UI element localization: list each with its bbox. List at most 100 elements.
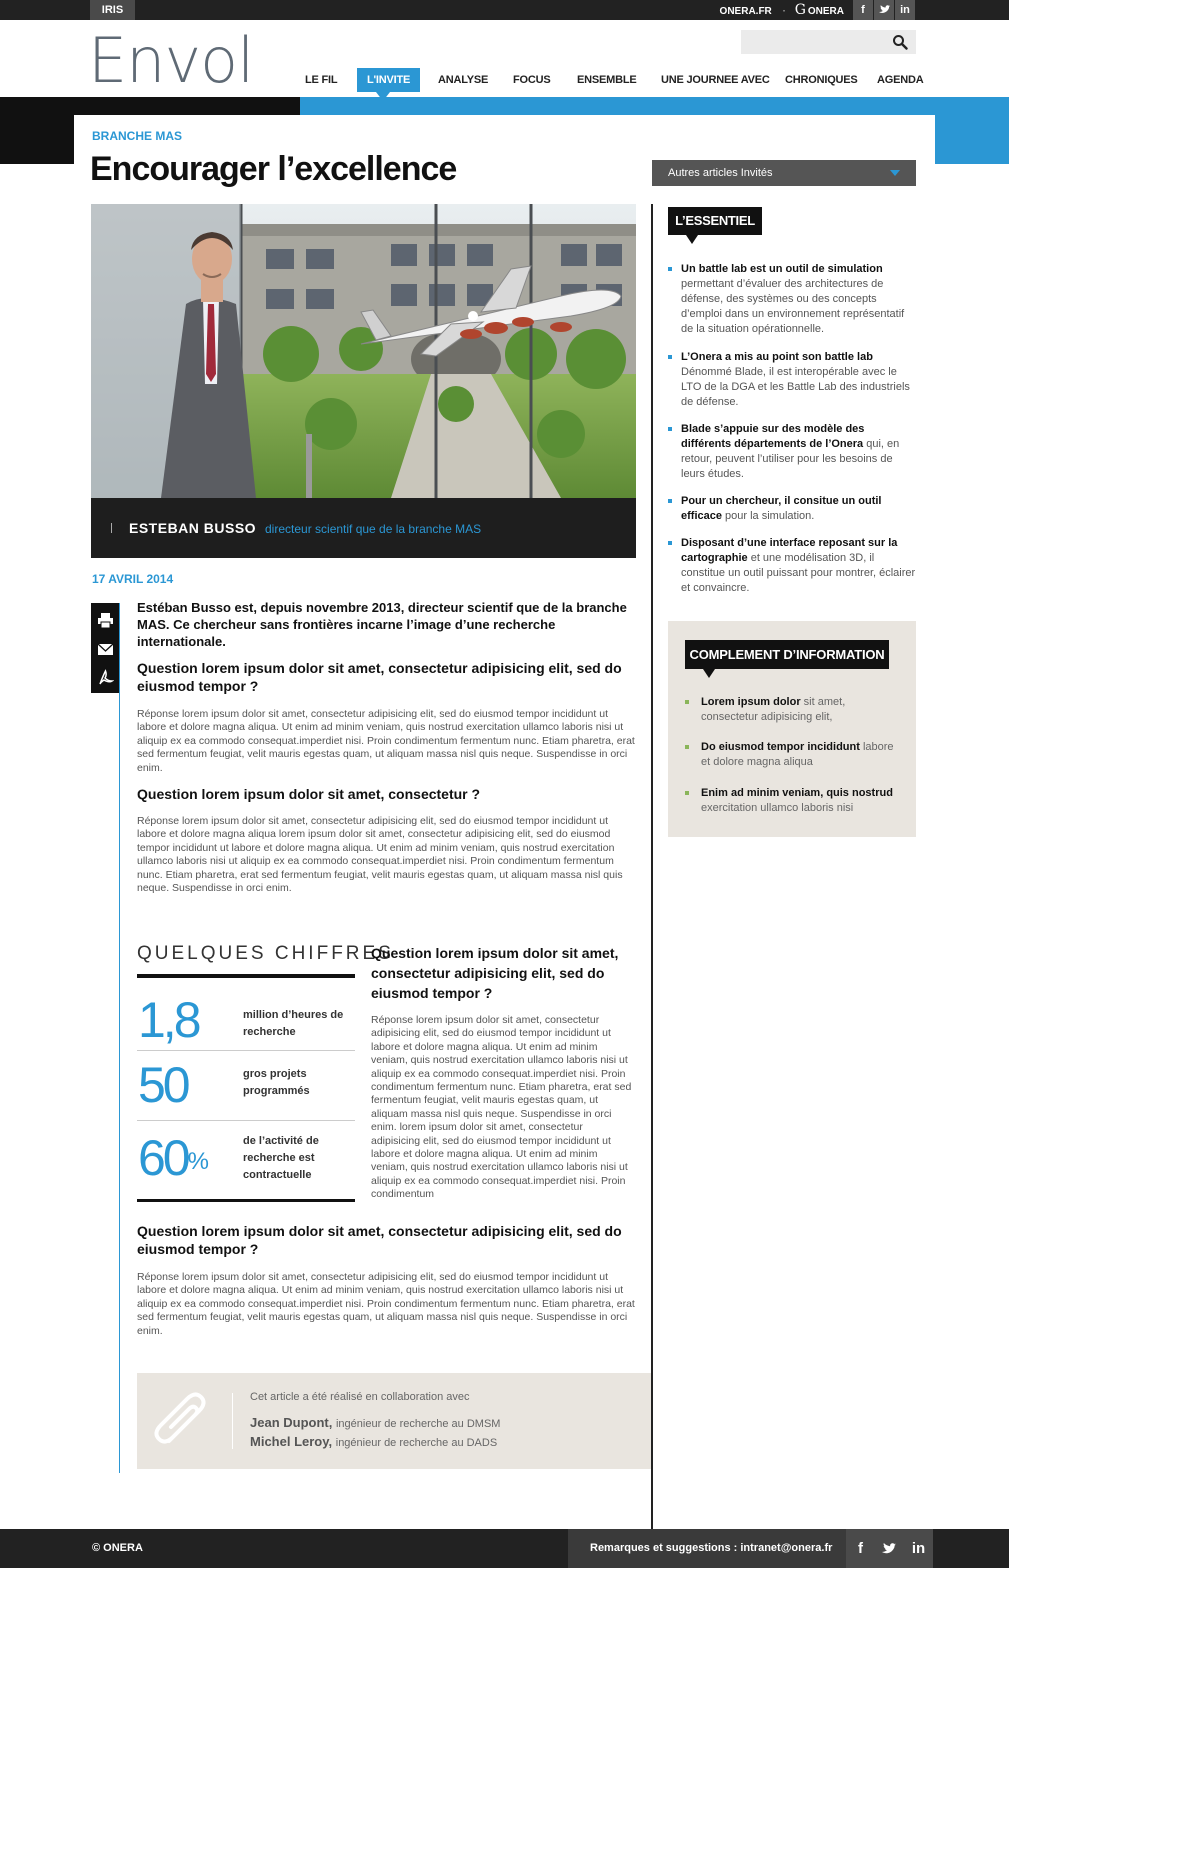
photo-caption: ESTEBAN BUSSO directeur scientif que de … (91, 498, 636, 558)
stat-label: million d’heures de recherche (243, 1009, 344, 1038)
chevron-down-icon (890, 170, 900, 176)
answer-4: Réponse lorem ipsum dolor sit amet, cons… (137, 1271, 635, 1337)
nav-item-invite[interactable]: L'INVITE (357, 68, 421, 92)
main-nav: LE FIL L'INVITE ANALYSE FOCUS ENSEMBLE U… (0, 68, 1009, 92)
pdf-icon[interactable] (97, 669, 114, 686)
caption-bar (111, 523, 112, 533)
stat-label: de l’activité de recherche est contractu… (243, 1135, 319, 1181)
person-role: ingénieur de recherche au DMSM (335, 1418, 501, 1430)
stat-value-percent: 60% (138, 1131, 209, 1185)
other-articles-dropdown[interactable]: Autres articles Invités (652, 160, 916, 186)
twitter-icon[interactable] (874, 0, 894, 20)
footer: © ONERA Remarques et suggestions : intra… (0, 1529, 1009, 1568)
nav-item-une-journee-avec[interactable]: UNE JOURNEE AVEC (661, 68, 770, 92)
nav-item-le-fil[interactable]: LE FIL (305, 68, 338, 92)
person-role: ingénieur de recherche au DADS (335, 1437, 498, 1449)
email-icon[interactable] (97, 641, 114, 658)
essentiel-item-text: permettant d’évaluer des architectures d… (681, 278, 905, 335)
linkedin-icon[interactable]: in (895, 0, 915, 20)
complement-item-text: exercitation ullamco laboris nisi (701, 802, 854, 814)
collab-divider (232, 1393, 233, 1449)
question-3: Question lorem ipsum dolor sit amet, con… (371, 945, 619, 1001)
portrait-photo (91, 204, 636, 498)
stat-separator (137, 1120, 355, 1121)
paperclip-icon (154, 1392, 206, 1444)
article-tools (91, 603, 120, 693)
search-input[interactable] (741, 30, 916, 54)
photo-illustration (91, 204, 636, 498)
question-2: Question lorem ipsum dolor sit amet, con… (137, 786, 481, 802)
nav-item-analyse[interactable]: ANALYSE (438, 68, 488, 92)
figures-bottom-rule (137, 1199, 355, 1202)
facebook-icon[interactable]: f (853, 0, 873, 20)
sidebar-divider (651, 204, 653, 1529)
g-logo-icon: G (794, 2, 806, 18)
top-bar: IRIS ONERA.FR · G ONERA f in (0, 0, 1009, 20)
stat-separator (137, 1050, 355, 1051)
search-icon[interactable] (892, 34, 908, 50)
complement-heading: COMPLEMENT D’INFORMATION (685, 640, 889, 669)
onera-fr-link[interactable]: ONERA.FR (720, 6, 772, 17)
top-links: ONERA.FR · G ONERA (712, 0, 844, 20)
top-social-links: f in (853, 0, 915, 20)
collab-intro: Cet article a été réalisé en collaborati… (250, 1391, 470, 1403)
essentiel-item-text: pour la simulation. (721, 510, 815, 522)
collaboration-box: Cet article a été réalisé en collaborati… (137, 1373, 651, 1469)
stat-value: 1,8 (138, 992, 201, 1048)
essentiel-item: Blade s’appuie sur des modèle des différ… (668, 422, 916, 482)
essentiel-item-title: Blade s’appuie sur des modèle des différ… (681, 423, 865, 450)
footer-remarks-link[interactable]: Remarques et suggestions : intranet@oner… (590, 1542, 832, 1554)
stat-value: 60 (138, 1130, 191, 1186)
essentiel-item-title: L’Onera a mis au point son battle lab (681, 351, 873, 363)
footer-copyright: © ONERA (92, 1542, 143, 1554)
page-title: Encourager l’excellence (90, 150, 457, 188)
twitter-icon[interactable] (875, 1529, 904, 1568)
collab-person: Jean Dupont, ingénieur de recherche au D… (250, 1415, 500, 1430)
nav-item-chroniques[interactable]: CHRONIQUES (785, 68, 858, 92)
article-lead: Estéban Busso est, depuis novembre 2013,… (137, 600, 627, 649)
essentiel-item: Disposant d’une interface reposant sur l… (668, 536, 916, 596)
print-icon[interactable] (97, 612, 114, 629)
stat-label: gros projets programmés (243, 1068, 310, 1097)
person-name: Michel Leroy, (250, 1434, 333, 1449)
essentiel-pointer (686, 235, 698, 244)
complement-item[interactable]: Lorem ipsum dolor sit amet, consectetur … (685, 695, 903, 725)
nav-item-focus[interactable]: FOCUS (513, 68, 551, 92)
collab-person: Michel Leroy, ingénieur de recherche au … (250, 1434, 497, 1449)
section-tab-iris[interactable]: IRIS (90, 0, 135, 20)
caption-name: ESTEBAN BUSSO (129, 520, 257, 536)
onera-link[interactable]: ONERA (808, 6, 844, 17)
complement-pointer (703, 669, 715, 678)
separator-dot: · (782, 6, 786, 17)
linkedin-icon[interactable]: in (904, 1529, 933, 1568)
complement-item-title: Lorem ipsum dolor (701, 696, 801, 708)
answer-2: Réponse lorem ipsum dolor sit amet, cons… (137, 815, 623, 895)
essentiel-item: L’Onera a mis au point son battle lab Dé… (668, 350, 916, 410)
essentiel-item-title: Un battle lab est un outil de simulation (681, 263, 883, 275)
answer-3: Réponse lorem ipsum dolor sit amet, cons… (371, 1014, 632, 1201)
essentiel-heading: L’ESSENTIEL (668, 207, 762, 235)
nav-item-agenda[interactable]: AGENDA (877, 68, 924, 92)
essentiel-item-text: Dénommé Blade, il est interopérable avec… (681, 366, 910, 408)
article-kicker[interactable]: BRANCHE MAS (92, 129, 182, 143)
complement-item[interactable]: Do eiusmod tempor incididunt labore et d… (685, 740, 903, 770)
article-blue-rule (119, 603, 120, 1473)
article-date: 17 AVRIL 2014 (92, 572, 174, 586)
caption-role: directeur scientif que de la branche MAS (265, 522, 482, 536)
complement-item[interactable]: Enim ad minim veniam, quis nostrud exerc… (685, 786, 903, 816)
figures-title: QUELQUES CHIFFRES (137, 943, 394, 964)
stat-value: 50 (138, 1057, 191, 1113)
facebook-icon[interactable]: f (846, 1529, 875, 1568)
question-4: Question lorem ipsum dolor sit amet, con… (137, 1223, 622, 1257)
person-name: Jean Dupont, (250, 1415, 333, 1430)
figures-top-rule (137, 974, 355, 978)
dropdown-label: Autres articles Invités (668, 167, 773, 179)
nav-item-ensemble[interactable]: ENSEMBLE (577, 68, 637, 92)
answer-1: Réponse lorem ipsum dolor sit amet, cons… (137, 708, 635, 774)
complement-item-title: Do eiusmod tempor incididunt (701, 741, 860, 753)
essentiel-item: Pour un chercheur, il consitue un outil … (668, 494, 916, 524)
stat-suffix: % (187, 1148, 209, 1175)
essentiel-item: Un battle lab est un outil de simulation… (668, 262, 916, 337)
question-1: Question lorem ipsum dolor sit amet, con… (137, 660, 622, 694)
complement-item-title: Enim ad minim veniam, quis nostrud (701, 787, 893, 799)
